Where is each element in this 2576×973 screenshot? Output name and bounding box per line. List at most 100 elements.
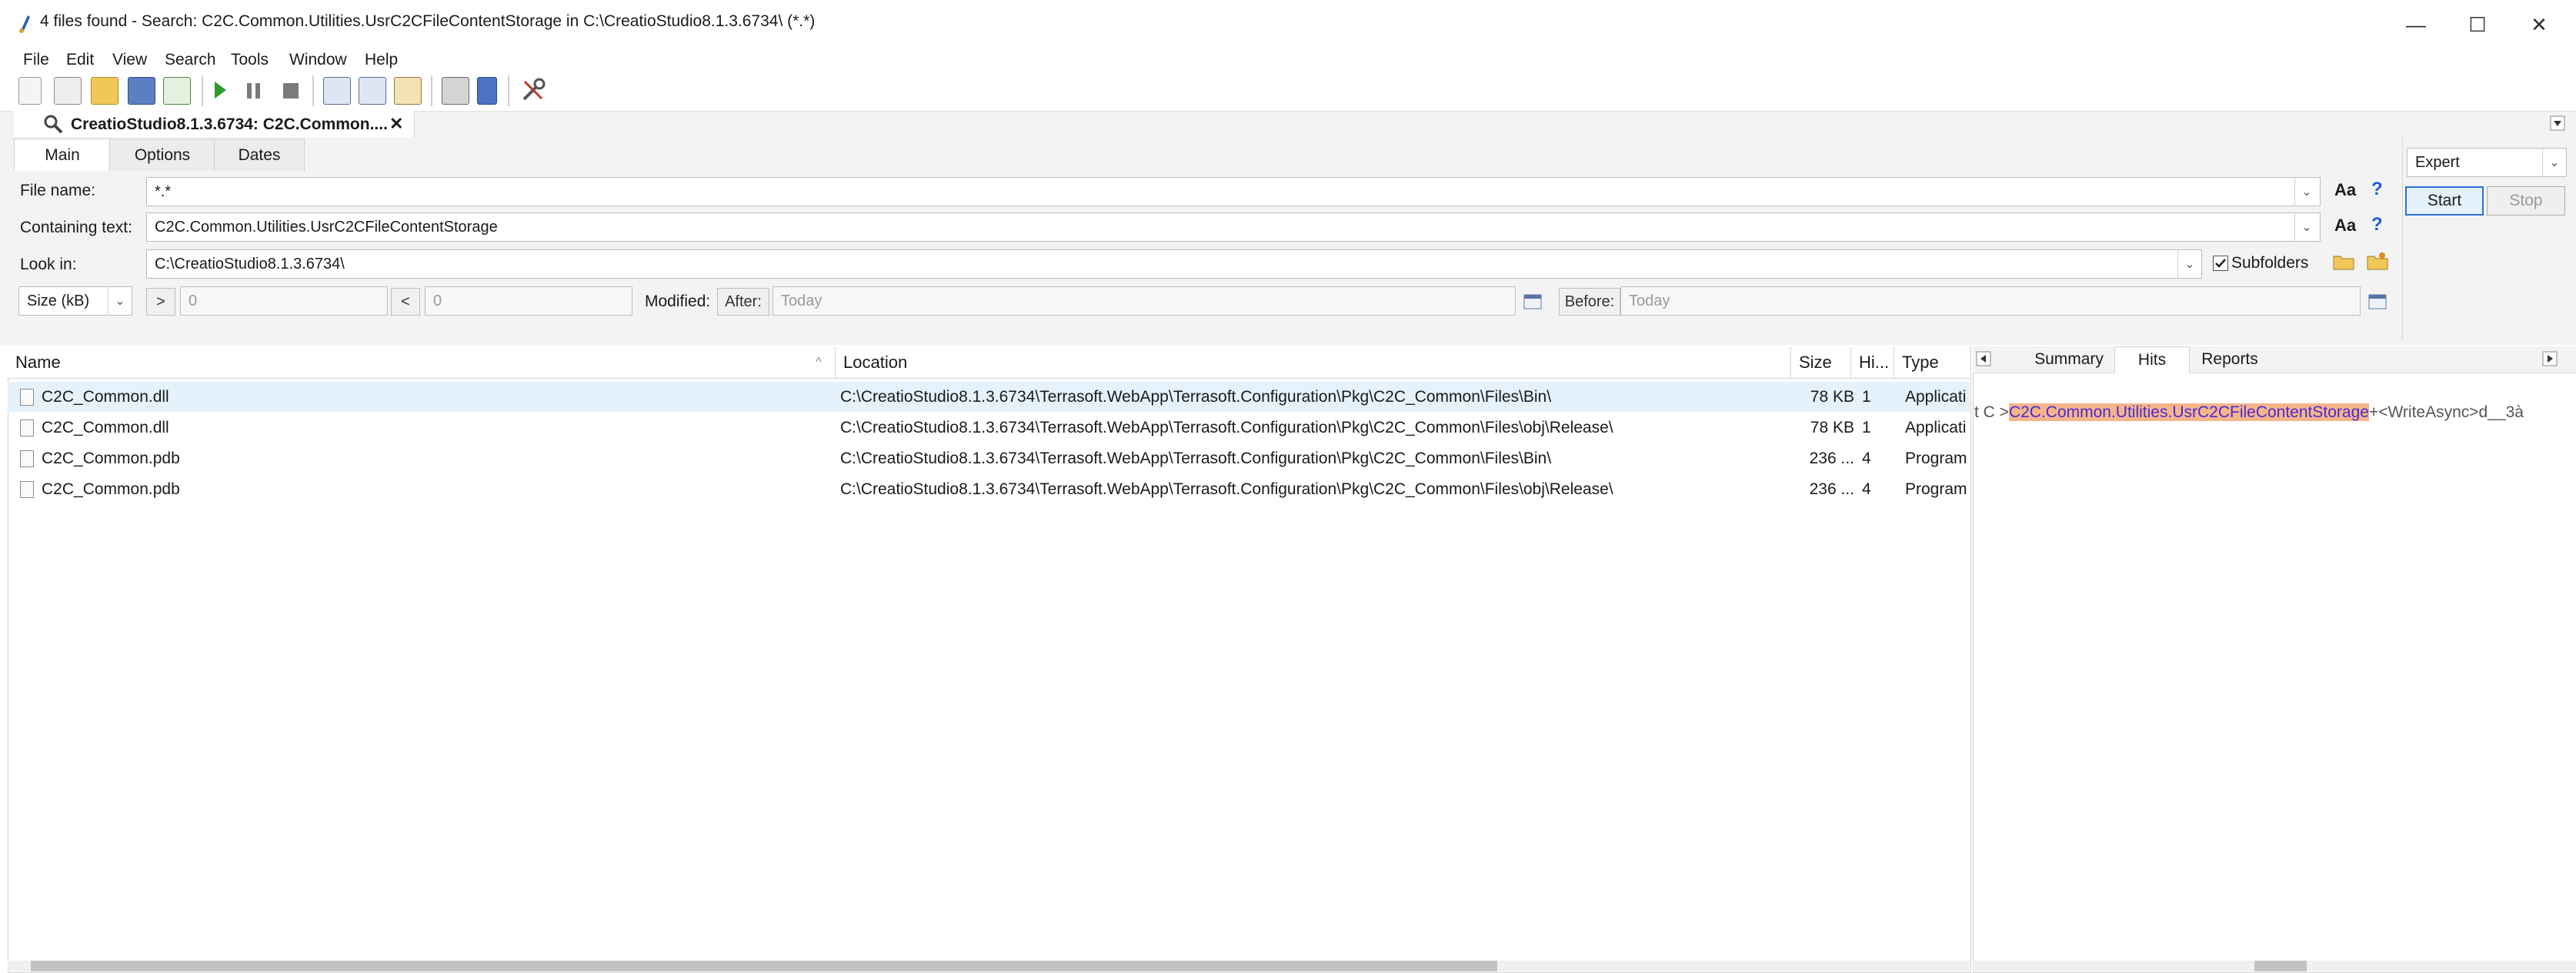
browse-folder-alt-icon[interactable] [2367,251,2388,275]
mode-dropdown[interactable]: ⌄ [2542,148,2566,177]
tab-main[interactable]: Main [14,139,111,172]
size-less-than-input[interactable]: 0 [425,286,632,316]
menu-view[interactable]: View [112,51,147,69]
menu-file[interactable]: File [23,51,49,69]
tab-summary[interactable]: Summary [2027,346,2111,373]
hit-suffix: +<WriteAsync>d__3à [2368,403,2524,421]
open-folder-icon[interactable] [91,77,118,105]
subfolders-checkbox[interactable] [2213,256,2228,271]
start-icon[interactable] [212,80,228,104]
tab-options[interactable]: Options [109,139,215,172]
close-window-button[interactable]: ✕ [2508,0,2570,49]
location-cell: C:\CreatioStudio8.1.3.6734\Terrasoft.Web… [840,480,1613,498]
window-title: 4 files found - Search: C2C.Common.Utili… [40,12,816,30]
pause-icon[interactable] [245,82,263,104]
results-scrollbar-thumb[interactable] [31,961,1497,971]
book-icon[interactable] [477,77,497,105]
containing-text-help-icon[interactable]: ? [2371,214,2383,236]
table-row[interactable]: C2C_Common.pdb C:\CreatioStudio8.1.3.673… [8,474,1970,504]
before-button[interactable]: Before: [1559,288,1620,316]
tab-list-dropdown-icon[interactable] [2550,115,2565,135]
toolbar-separator [312,75,314,106]
layout-3-icon[interactable] [394,77,422,105]
menu-tools[interactable]: Tools [231,51,269,69]
search-icon [43,114,63,138]
toolbar-separator [202,75,203,106]
containing-text-match-case-icon[interactable]: Aa [2334,216,2356,236]
before-date-input[interactable]: Today [1620,286,2361,316]
look-in-input[interactable]: C:\CreatioStudio8.1.3.6734\ [146,249,2202,279]
start-button[interactable]: Start [2405,186,2484,216]
print-icon[interactable] [442,77,469,105]
tools-icon[interactable] [520,77,546,107]
type-cell: Applicati [1905,418,1967,436]
containing-text-label: Containing text: [20,219,132,236]
scroll-tabs-right-icon[interactable] [2542,351,2558,370]
column-header-type[interactable]: Type [1894,346,1970,379]
tab-hits[interactable]: Hits [2114,346,2190,373]
hits-cell: 1 [1862,387,1871,406]
hit-prefix: t C > [1974,403,2009,421]
tab-reports[interactable]: Reports [2191,346,2268,373]
size-greater-than-input[interactable]: 0 [180,286,388,316]
export-icon[interactable] [163,77,191,105]
menu-help[interactable]: Help [365,51,398,69]
tab-dates[interactable]: Dates [214,139,305,172]
maximize-button[interactable]: ☐ [2447,0,2508,49]
layout-1-icon[interactable] [323,77,351,105]
menu-search[interactable]: Search [165,51,216,69]
menu-window[interactable]: Window [289,51,347,69]
sort-ascending-icon: ^ [816,355,822,369]
app-icon [17,14,32,34]
type-cell: Applicati [1905,387,1967,406]
before-calendar-icon[interactable] [2368,293,2387,313]
new-window-icon[interactable] [54,77,82,105]
layout-2-icon[interactable] [359,77,386,105]
pdb-file-icon [20,480,34,498]
document-tab-label: CreatioStudio8.1.3.6734: C2C.Common.... [71,115,388,133]
column-header-hits[interactable]: Hi... [1851,346,1894,379]
subfolders-label: Subfolders [2231,254,2309,272]
close-tab-icon[interactable]: ✕ [389,114,403,134]
toolbar-separator [508,75,509,106]
browse-folder-icon[interactable] [2333,252,2354,275]
dll-file-icon [20,388,34,406]
hit-match: C2C.Common.Utilities.UsrC2CFileContentSt… [2008,403,2369,421]
file-name-cell: C2C_Common.dll [42,387,169,406]
size-cell: 236 ... [1809,449,1854,467]
after-calendar-icon[interactable] [1523,293,1542,313]
column-header-name-label: Name [15,352,61,372]
file-name-help-icon[interactable]: ? [2371,179,2383,200]
scroll-tabs-left-icon[interactable] [1976,351,1991,370]
stop-icon[interactable] [282,82,300,104]
table-row[interactable]: C2C_Common.dll C:\CreatioStudio8.1.3.673… [8,382,1970,412]
look-in-label: Look in: [20,256,77,273]
location-cell: C:\CreatioStudio8.1.3.6734\Terrasoft.Web… [840,449,1552,467]
file-name-input[interactable]: *.* [146,177,2321,206]
hits-cell: 1 [1862,418,1871,436]
file-name-cell: C2C_Common.pdb [42,449,180,467]
file-name-match-case-icon[interactable]: Aa [2334,180,2356,200]
save-icon[interactable] [128,77,155,105]
size-unit-dropdown[interactable]: ⌄ [108,286,132,316]
look-in-dropdown[interactable]: ⌄ [2177,249,2201,279]
preview-scrollbar-thumb[interactable] [2254,961,2307,971]
stop-button[interactable]: Stop [2487,186,2565,216]
containing-text-dropdown[interactable]: ⌄ [2294,212,2318,242]
greater-than-button[interactable]: > [146,288,175,316]
table-row[interactable]: C2C_Common.dll C:\CreatioStudio8.1.3.673… [8,413,1970,443]
table-row[interactable]: C2C_Common.pdb C:\CreatioStudio8.1.3.673… [8,443,1970,473]
new-search-icon[interactable] [18,77,42,105]
toolbar-separator [431,75,432,106]
containing-text-input[interactable]: C2C.Common.Utilities.UsrC2CFileContentSt… [146,212,2321,242]
after-button[interactable]: After: [717,288,769,316]
column-header-name[interactable]: Name ^ [8,346,836,379]
after-date-input[interactable]: Today [772,286,1516,316]
pdb-file-icon [20,450,34,467]
column-header-location[interactable]: Location [836,346,1791,379]
file-name-dropdown[interactable]: ⌄ [2294,177,2318,206]
menu-edit[interactable]: Edit [66,51,94,69]
column-header-size[interactable]: Size [1791,346,1851,379]
minimize-button[interactable]: — [2385,0,2447,49]
less-than-button[interactable]: < [391,288,420,316]
